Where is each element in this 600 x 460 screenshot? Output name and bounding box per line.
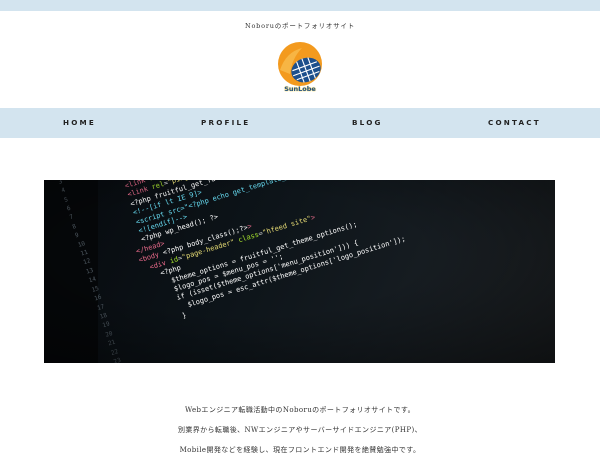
intro-line: 別業界から転職後、NWエンジニアやサーバーサイドエンジニア(PHP)、 [177, 426, 423, 434]
sun-globe-icon [278, 42, 322, 86]
nav-home[interactable]: HOME [63, 108, 96, 138]
nav-contact[interactable]: CONTACT [488, 108, 541, 138]
logo-wordmark: SunLobe [284, 85, 316, 93]
intro-text: Webエンジニア転職活動中のNoboruのポートフォリオサイトです。 別業界から… [0, 400, 600, 460]
nav-blog[interactable]: BLOG [352, 108, 383, 138]
main-navigation: HOME PROFILE BLOG CONTACT [0, 108, 600, 138]
site-tagline: Noboruのポートフォリオサイト [244, 22, 356, 30]
hero-vignette [44, 180, 555, 363]
intro-line: Webエンジニア転職活動中のNoboruのポートフォリオサイトです。 [184, 406, 416, 414]
site-logo[interactable]: SunLobe [276, 40, 324, 98]
intro-line: Mobile開発などを経験し、現在フロントエンド開発を絶賛勉強中です。 [179, 446, 421, 454]
nav-profile[interactable]: PROFILE [201, 108, 250, 138]
top-band [0, 0, 600, 11]
hero-image: 1 2 3 4 5 6 7 8 9 10 11 12 13 14 15 16 1… [44, 180, 555, 363]
